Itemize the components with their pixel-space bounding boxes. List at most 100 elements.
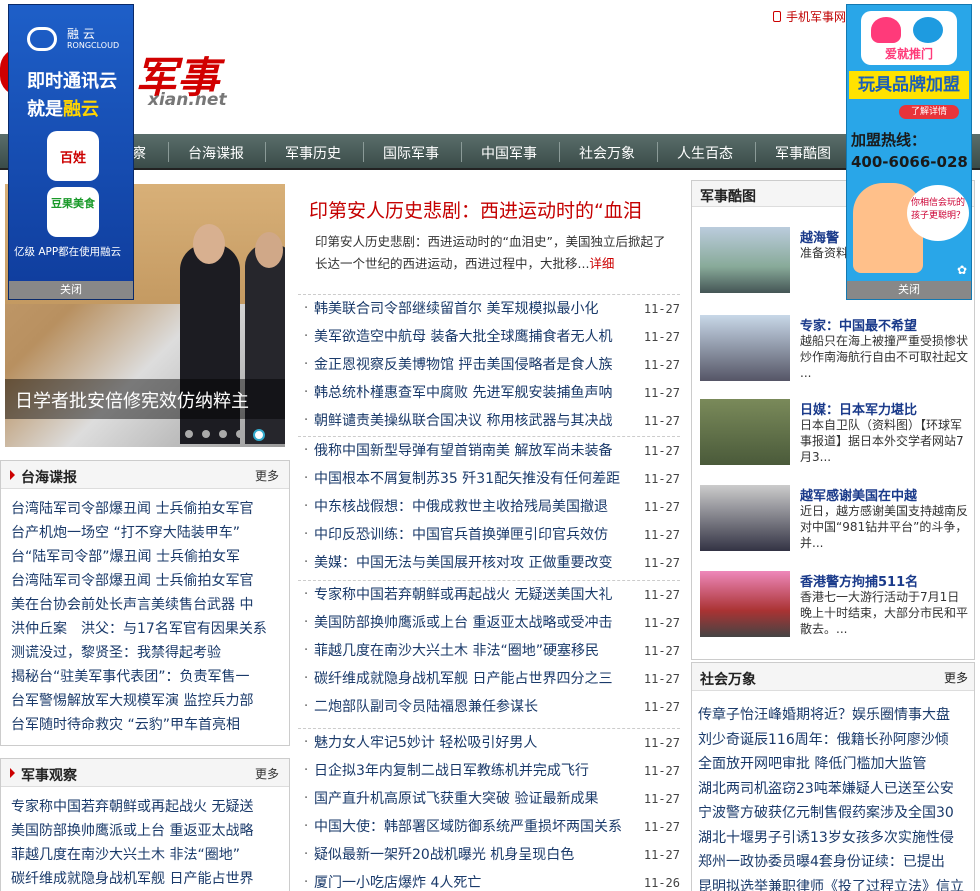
list-item[interactable]: 菲越几度在南沙大兴土木 非法“圈地”	[11, 843, 283, 867]
ad-close-button[interactable]: 关闭	[847, 281, 971, 299]
news-title[interactable]: 中东核战假想：中俄成救世主收拾残局美国撤退	[314, 493, 632, 521]
more-link[interactable]: 更多	[255, 467, 279, 484]
nav-item-international[interactable]: 国际军事	[383, 143, 439, 163]
news-title[interactable]: 中印反恐训练：中国官兵首换弹匣引印官兵效仿	[314, 521, 632, 549]
list-item[interactable]: 传章子怡汪峰婚期将近？娱乐圈情事大盘	[698, 703, 970, 728]
news-title[interactable]: 中国大使：韩部署区域防御系统严重损坏两国关系	[314, 813, 632, 841]
slide-dot-5-active[interactable]	[253, 428, 265, 441]
news-title[interactable]: 国产直升机高原试飞获重大突破 验证最新成果	[314, 785, 632, 813]
news-row[interactable]: · 国产直升机高原试飞获重大突破 验证最新成果 11-27	[298, 785, 680, 813]
gallery-item[interactable]: 越军感谢美国在中越 近日，越方感谢美国支持越南反对中国“981钻井平台”的斗争，并…	[700, 485, 970, 555]
news-row[interactable]: · 中国大使：韩部署区域防御系统严重损坏两国关系 11-27	[298, 813, 680, 841]
gallery-thumb[interactable]	[700, 227, 790, 293]
news-row[interactable]: · 俄称中国新型导弹有望首销南美 解放军尚未装备 11-27	[298, 437, 680, 465]
list-item[interactable]: 刘少奇诞辰116周年：俄籍长孙阿廖沙倾	[698, 728, 970, 753]
gallery-title[interactable]: 越海警	[800, 227, 839, 246]
list-item[interactable]: 宁波警方破获亿元制售假药案涉及全国30	[698, 801, 970, 826]
news-row[interactable]: · 厦门一小吃店爆炸 4人死亡 11-26	[298, 869, 680, 891]
list-item[interactable]: 昆明拟选举兼职律师《投了过程立法》信立	[698, 875, 970, 891]
list-item[interactable]: 测谎没过，黎贤圣：我禁得起考验	[11, 641, 283, 665]
list-item[interactable]: 美在台协会前处长声言美续售台武器 中	[11, 593, 283, 617]
news-row[interactable]: · 专家称中国若弃朝鲜或再起战火 无疑送美国大礼 11-27	[298, 581, 680, 609]
news-row[interactable]: · 美军欲造空中航母 装备大批全球鹰捕食者无人机 11-27	[298, 323, 680, 351]
gallery-title[interactable]: 专家：中国最不希望	[800, 315, 917, 334]
gallery-title[interactable]: 越军感谢美国在中越	[800, 485, 917, 504]
news-row[interactable]: · 美国防部换帅鹰派或上台 重返亚太战略或受冲击 11-27	[298, 609, 680, 637]
more-link[interactable]: 更多	[255, 765, 279, 782]
ad-left-rongcloud[interactable]: 融 云 RONGCLOUD 即时通讯云 就是融云 百姓 豆果美食 亿级 APP都…	[8, 4, 134, 300]
mobile-site-link[interactable]: 手机军事网	[773, 8, 846, 25]
news-title[interactable]: 美媒：中国无法与美国展开核对攻 正做重要改变	[314, 549, 632, 577]
news-row[interactable]: · 日企拟3年内复制二战日军教练机并完成飞行 11-27	[298, 757, 680, 785]
list-item[interactable]: 美国防部换帅鹰派或上台 重返亚太战略	[11, 819, 283, 843]
news-title[interactable]: 菲越几度在南沙大兴土木 非法“圈地”硬塞移民	[314, 637, 632, 665]
news-title[interactable]: 美国防部换帅鹰派或上台 重返亚太战略或受冲击	[314, 609, 632, 637]
news-row[interactable]: · 美媒：中国无法与美国展开核对攻 正做重要改变 11-27	[298, 549, 680, 577]
gallery-title[interactable]: 香港警方拘捕511名	[800, 571, 918, 590]
list-item[interactable]: 台军警惕解放军大规模军演 监控兵力部	[11, 689, 283, 713]
news-title[interactable]: 俄称中国新型导弹有望首销南美 解放军尚未装备	[314, 437, 632, 465]
slide-dot-3[interactable]	[219, 430, 227, 438]
slide-dot-1[interactable]	[185, 430, 193, 438]
gallery-item[interactable]: 香港警方拘捕511名 香港七一大游行活动于7月1日晚上十时结束，大部分市民和平散去…	[700, 571, 970, 641]
news-row[interactable]: · 韩总统朴槿惠查军中腐败 先进军舰安装捕鱼声呐 11-27	[298, 379, 680, 407]
list-item[interactable]: 台产机炮一场空 “打不穿大陆装甲车”	[11, 521, 283, 545]
news-row[interactable]: · 碳纤维成就隐身战机军舰 日产能占世界四分之三 11-27	[298, 665, 680, 693]
slide-caption[interactable]: 日学者批安倍修宪效仿纳粹主	[5, 379, 285, 419]
slide-dot-4[interactable]	[236, 430, 244, 438]
list-item[interactable]: 台湾陆军司令部爆丑闻 士兵偷拍女军官	[11, 569, 283, 593]
nav-item-history[interactable]: 军事历史	[285, 143, 341, 163]
news-title[interactable]: 日企拟3年内复制二战日军教练机并完成飞行	[314, 757, 632, 785]
headline-title[interactable]: 印第安人历史悲剧：西进运动时的“血泪	[309, 196, 684, 223]
ad-close-button[interactable]: 关闭	[9, 281, 133, 299]
nav-item-life[interactable]: 人生百态	[677, 143, 733, 163]
slide-dot-2[interactable]	[202, 430, 210, 438]
list-item[interactable]: 全面放开网吧审批 降低门槛加大监管	[698, 752, 970, 777]
news-title[interactable]: 美军欲造空中航母 装备大批全球鹰捕食者无人机	[314, 323, 632, 351]
news-row[interactable]: · 金正恩视察反美博物馆 抨击美国侵略者是食人族 11-27	[298, 351, 680, 379]
news-row[interactable]: · 菲越几度在南沙大兴土木 非法“圈地”硬塞移民 11-27	[298, 637, 680, 665]
gallery-thumb[interactable]	[700, 399, 790, 465]
list-item[interactable]: 台湾陆军司令部爆丑闻 士兵偷拍女军官	[11, 497, 283, 521]
gallery-item[interactable]: 日媒：日本军力堪比 日本自卫队（资料图）【环球军事报道】据日本外交学者网站7月3.…	[700, 399, 970, 469]
news-row[interactable]: · 魅力女人牢记5妙计 轻松吸引好男人 11-27	[298, 729, 680, 757]
news-row[interactable]: · 二炮部队副司令员陆福恩兼任参谋长 11-27	[298, 693, 680, 721]
news-row[interactable]: · 朝鲜谴责美操纵联合国决议 称用核武器与其决战 11-27	[298, 407, 680, 435]
gallery-thumb[interactable]	[700, 485, 790, 551]
news-row[interactable]: · 韩美联合司令部继续留首尔 美军规模拟最小化 11-27	[298, 295, 680, 323]
news-row[interactable]: · 中国根本不屑复制苏35 歼31配矢推没有任何差距 11-27	[298, 465, 680, 493]
list-item[interactable]: 台军随时待命救灾 “云豹”甲车首亮相	[11, 713, 283, 737]
gallery-thumb[interactable]	[700, 315, 790, 381]
news-title[interactable]: 厦门一小吃店爆炸 4人死亡	[314, 869, 632, 891]
news-title[interactable]: 朝鲜谴责美操纵联合国决议 称用核武器与其决战	[314, 407, 632, 435]
detail-link[interactable]: 详细	[589, 256, 614, 271]
news-row[interactable]: · 中印反恐训练：中国官兵首换弹匣引印官兵效仿 11-27	[298, 521, 680, 549]
list-item[interactable]: 台“陆军司令部”爆丑闻 士兵偷拍女军	[11, 545, 283, 569]
list-item[interactable]: 洪仲丘案 洪父：与17名军官有因果关系	[11, 617, 283, 641]
list-item[interactable]: 碳纤维成就隐身战机军舰 日产能占世界	[11, 867, 283, 891]
gallery-thumb[interactable]	[700, 571, 790, 637]
list-item[interactable]: 湖北两司机盗窃23吨苯嫌疑人已送至公安	[698, 777, 970, 802]
gallery-item[interactable]: 专家：中国最不希望 越船只在海上被撞严重受损惨状 炒作南海航行自由不可取社起文 .…	[700, 315, 970, 385]
news-title[interactable]: 专家称中国若弃朝鲜或再起战火 无疑送美国大礼	[314, 581, 632, 609]
nav-item-society[interactable]: 社会万象	[579, 143, 635, 163]
news-title[interactable]: 韩美联合司令部继续留首尔 美军规模拟最小化	[314, 295, 632, 323]
list-item[interactable]: 湖北十堰男子引诱13岁女孩多次实施性侵	[698, 826, 970, 851]
ad-right-toys[interactable]: 爱就推门 玩具品牌加盟 了解详情 加盟热线： 400-6066-028 你相信会…	[846, 4, 972, 300]
list-item[interactable]: 揭秘台“驻美军事代表团”：负责军售一	[11, 665, 283, 689]
news-title[interactable]: 疑似最新一架歼20战机曝光 机身呈现白色	[314, 841, 632, 869]
nav-item-gallery[interactable]: 军事酷图	[775, 143, 831, 163]
news-title[interactable]: 碳纤维成就隐身战机军舰 日产能占世界四分之三	[314, 665, 632, 693]
nav-item-taihai[interactable]: 台海谍报	[188, 143, 244, 163]
news-title[interactable]: 二炮部队副司令员陆福恩兼任参谋长	[314, 693, 632, 721]
nav-item-china[interactable]: 中国军事	[481, 143, 537, 163]
news-title[interactable]: 中国根本不屑复制苏35 歼31配矢推没有任何差距	[314, 465, 632, 493]
news-row[interactable]: · 疑似最新一架歼20战机曝光 机身呈现白色 11-27	[298, 841, 680, 869]
list-item[interactable]: 专家称中国若弃朝鲜或再起战火 无疑送	[11, 795, 283, 819]
news-title[interactable]: 韩总统朴槿惠查军中腐败 先进军舰安装捕鱼声呐	[314, 379, 632, 407]
news-title[interactable]: 金正恩视察反美博物馆 抨击美国侵略者是食人族	[314, 351, 632, 379]
gallery-title[interactable]: 日媒：日本军力堪比	[800, 399, 917, 418]
more-link[interactable]: 更多	[944, 669, 968, 686]
nav-item-0[interactable]: 察	[132, 143, 146, 163]
news-title[interactable]: 魅力女人牢记5妙计 轻松吸引好男人	[314, 729, 632, 757]
